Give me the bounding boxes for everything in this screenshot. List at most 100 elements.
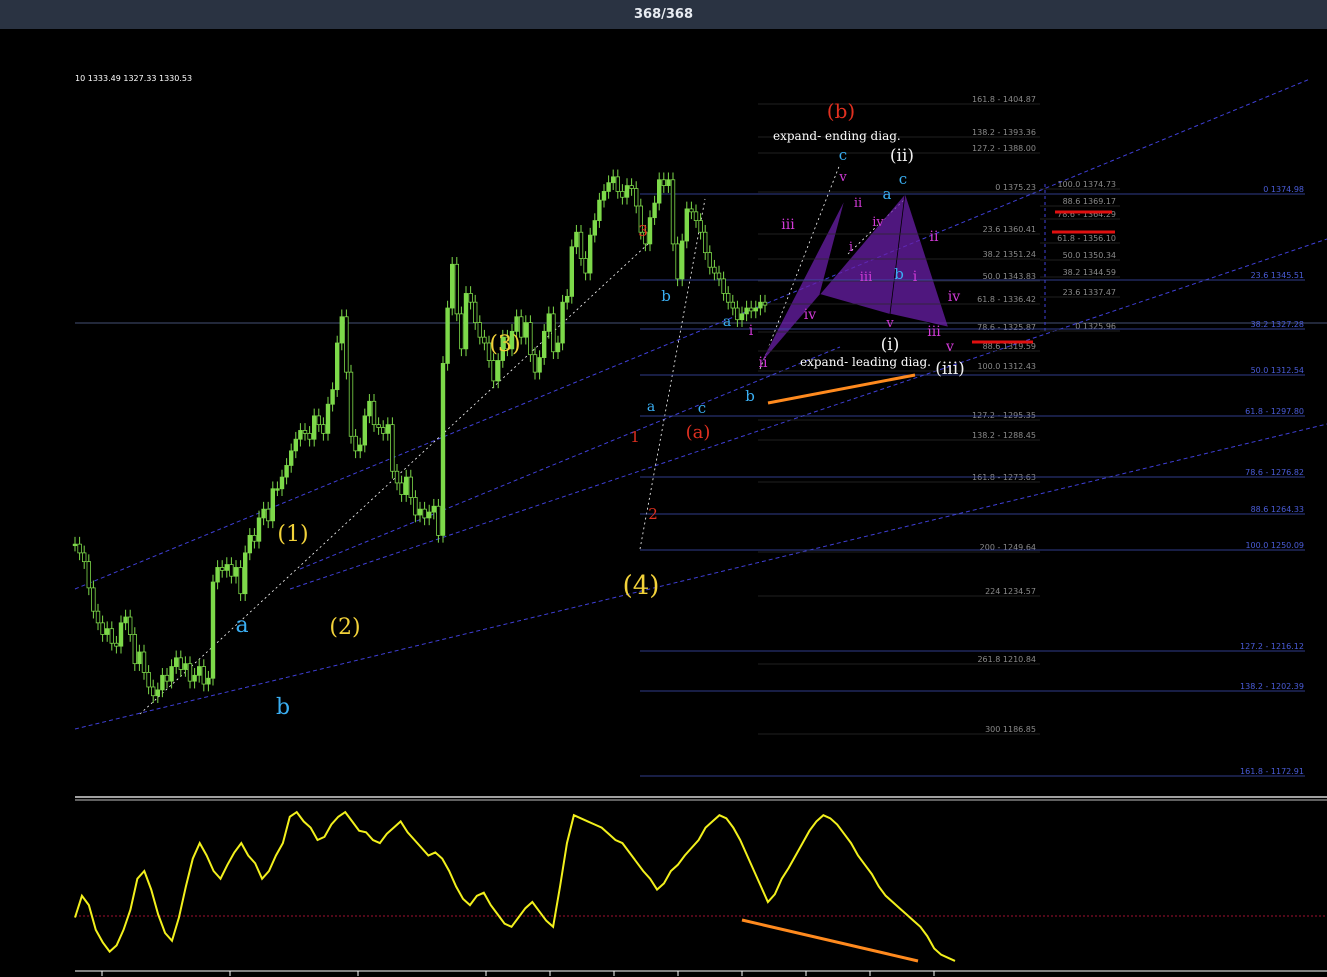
wave-label: (iii) [935,359,965,379]
wave-label: i [849,240,853,255]
candle-body [118,622,124,647]
candle-body [749,307,754,312]
fib-level-label: 0 1325.96 [1075,322,1116,331]
candle-body [390,424,395,472]
candle-body [316,415,321,426]
candle-body [542,330,547,358]
wave-label: a [647,399,655,415]
fib-levels: 161.8 - 1404.87 138.2 - 1393.36 127.2 - 13… [640,95,1305,777]
candle-body [348,371,354,437]
candle-body [137,651,142,665]
wave-label: c [899,170,907,188]
candle-body [367,400,372,417]
wave-label: c [698,399,706,417]
wave-label: (b) [827,99,855,123]
fib-level-label: 38.2 1327.28 [1251,320,1304,329]
fib-level-label: 78.6 - 1276.82 [1245,468,1304,477]
candle-body [150,686,156,697]
candle-body [141,651,147,673]
fib-level-label: 0 1375.23 [995,183,1036,192]
candle-body [86,561,91,589]
candle-body [762,301,768,306]
candle-body [426,511,432,519]
fib-level-label: 38.2 1351.24 [983,250,1036,259]
candle-body [689,208,694,213]
wave-label: iv [948,289,960,305]
wave-label: (1) [277,522,308,547]
candle-body [620,191,625,198]
fib-level-label: 127.2 - 1295.35 [972,411,1036,420]
wave-label: ii [930,229,939,245]
candle-body [680,240,685,280]
oscillator-divergence-line [741,918,919,963]
candle-body [449,263,455,309]
candle-body [173,657,179,667]
candle-body [298,430,303,440]
candle-body [592,220,597,236]
fib-level-label: 100.0 1374.73 [1057,180,1116,189]
fib-level-label: 300 1186.85 [985,725,1036,734]
candle-body [229,564,234,577]
candle-body [334,342,340,391]
corner-ohlc-text: 10 1333.49 1327.33 1330.53 [75,74,192,83]
wave-label: (3) [489,332,520,357]
candle-body [77,543,82,554]
candle-body [666,179,671,186]
fib-level-label: 23.6 1345.51 [1251,271,1304,280]
candle-body [160,674,165,691]
wave-label: v [838,170,847,185]
candle-body [311,415,317,440]
window-counter: 368/368 [633,7,694,22]
candle-body [242,552,248,595]
fib-level-label: 23.6 1360.41 [983,225,1036,234]
candle-body [744,307,749,315]
candle-body [615,176,620,192]
candle-body [192,674,197,682]
candle-body [307,432,312,440]
fib-level-label: 88.6 1369.17 [1063,197,1116,206]
wave-label: i [913,269,918,285]
candle-body [164,674,170,682]
candle-body [583,258,588,274]
candle-body [652,202,657,219]
candle-body [275,488,280,491]
candle-body [634,188,639,207]
candle-body [661,179,666,186]
candle-body [459,313,464,350]
fib-level-label: 38.2 1344.59 [1063,268,1116,277]
wave-label: 2 [648,505,658,523]
candle-body [440,363,446,536]
price-candles [72,169,768,704]
candle-body [201,666,206,685]
candle-body [178,657,183,670]
fib-level-label: 88.6 1264.33 [1251,505,1304,514]
candle-body [233,567,239,577]
candle-body [146,672,151,688]
candle-body [726,293,731,303]
candle-body [413,497,418,516]
price-chart[interactable]: 10 1333.49 1327.33 1330.53 161.8 - 1404.… [0,29,1327,977]
support-trendline [767,373,916,405]
candle-body [472,301,478,324]
fib-level-label: 161.8 - 1172.91 [1240,767,1304,776]
candle-body [468,293,473,303]
candle-body [675,243,680,280]
candle-body [624,185,630,198]
candle-body [330,389,335,405]
candle-body [611,176,616,184]
candle-body [321,424,326,434]
candle-body [753,307,758,312]
chart-area[interactable]: 10 1333.49 1327.33 1330.53 161.8 - 1404.… [0,29,1327,977]
candle-body [155,689,160,697]
candle-body [495,360,501,382]
candle-body [109,628,114,644]
candle-body [629,185,634,189]
wave-label: b [661,287,671,305]
candle-body [284,465,289,478]
candle-body [380,427,386,434]
candle-body [606,182,611,192]
candle-body [597,199,602,221]
wave-label: b [276,695,290,720]
candle-body [716,272,722,280]
candle-body [454,263,459,315]
